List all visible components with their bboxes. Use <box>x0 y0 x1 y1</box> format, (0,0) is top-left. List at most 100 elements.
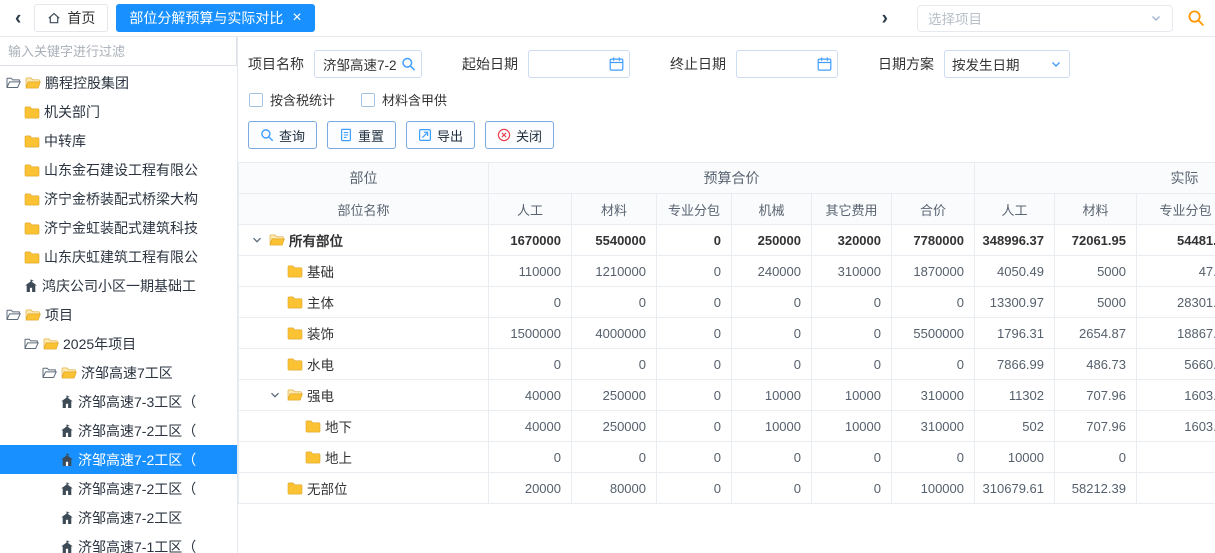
topbar: ‹ 首页 部位分解预算与实际对比 × › 选择项目 <box>0 0 1215 37</box>
value-cell: 0 <box>812 473 892 504</box>
row-collapse-icon[interactable] <box>249 234 265 246</box>
date-plan-select[interactable]: 按发生日期 <box>944 50 1070 78</box>
tree-expander-icon[interactable] <box>24 337 39 350</box>
part-name: 水电 <box>307 354 334 374</box>
part-name-cell[interactable]: 水电 <box>239 349 489 380</box>
part-name-cell[interactable]: 地上 <box>239 442 489 473</box>
date-plan-value: 按发生日期 <box>952 54 1020 74</box>
column-header[interactable]: 人工 <box>489 194 572 225</box>
checkbox-icon[interactable] <box>361 93 375 107</box>
value-cell: 5000 <box>1055 256 1137 287</box>
column-header[interactable]: 合价 <box>892 194 975 225</box>
part-name-cell[interactable]: 强电 <box>239 380 489 411</box>
value-cell: 0 <box>892 287 975 318</box>
column-header[interactable]: 部位名称 <box>239 194 489 225</box>
part-name-cell[interactable]: 装饰 <box>239 318 489 349</box>
folder-icon <box>24 250 40 264</box>
tax-checkbox-label: 按含税统计 <box>270 90 335 109</box>
table-row[interactable]: 水电0000007866.99486.735660.3 <box>239 349 1215 380</box>
table-row[interactable]: 地上000000100000 <box>239 442 1215 473</box>
tree-expander-icon[interactable] <box>6 308 21 321</box>
part-name-cell[interactable]: 地下 <box>239 411 489 442</box>
table-row[interactable]: 所有部位167000055400000250000320000778000034… <box>239 225 1215 256</box>
part-name-cell[interactable]: 所有部位 <box>239 225 489 256</box>
table-row[interactable]: 主体00000013300.97500028301.8 <box>239 287 1215 318</box>
table-row[interactable]: 装饰1500000400000000055000001796.312654.87… <box>239 318 1215 349</box>
value-cell: 0 <box>657 256 732 287</box>
tree-item[interactable]: 中转库 <box>0 126 237 155</box>
value-cell: 1210000 <box>572 256 657 287</box>
tree-item[interactable]: 鹏程控股集团 <box>0 68 237 97</box>
tree-item[interactable]: 济邹高速7-1工区（ <box>0 532 237 553</box>
value-cell: 0 <box>572 287 657 318</box>
start-date-field <box>528 50 630 78</box>
row-collapse-icon[interactable] <box>267 389 283 401</box>
value-cell: 0 <box>572 442 657 473</box>
table-row[interactable]: 强电400002500000100001000031000011302707.9… <box>239 380 1215 411</box>
tab-close-icon[interactable]: × <box>292 10 301 26</box>
calendar-icon[interactable] <box>817 57 832 72</box>
column-header[interactable]: 其它费用 <box>812 194 892 225</box>
tree-item[interactable]: 山东金石建设工程有限公 <box>0 155 237 184</box>
column-header[interactable]: 材料 <box>572 194 657 225</box>
tree-item[interactable]: 机关部门 <box>0 97 237 126</box>
tree-item[interactable]: 2025年项目 <box>0 329 237 358</box>
tree-item[interactable]: 济邹高速7-2工区 <box>0 503 237 532</box>
tree-item-label: 中转库 <box>44 131 86 151</box>
column-header[interactable]: 人工 <box>975 194 1055 225</box>
export-icon <box>418 128 432 142</box>
tree-item[interactable]: 济邹高速7-2工区（ <box>0 445 237 474</box>
tree-filter-input[interactable] <box>0 37 237 66</box>
tree-item[interactable]: 鸿庆公司小区一期基础工 <box>0 271 237 300</box>
value-cell: 1670000 <box>489 225 572 256</box>
tree-expander-icon[interactable] <box>6 76 21 89</box>
part-name-cell[interactable]: 主体 <box>239 287 489 318</box>
value-cell: 0 <box>657 411 732 442</box>
material-checkbox[interactable]: 材料含甲供 <box>361 90 447 109</box>
part-name-cell[interactable]: 基础 <box>239 256 489 287</box>
project-select[interactable]: 选择项目 <box>917 5 1173 32</box>
tabs-scroll-left-icon[interactable]: ‹ <box>10 9 26 28</box>
tree-item[interactable]: 济宁金虹装配式建筑科技 <box>0 213 237 242</box>
query-button[interactable]: 查询 <box>248 121 317 149</box>
project-name-search-icon[interactable] <box>401 57 416 72</box>
table-row[interactable]: 基础1100001210000024000031000018700004050.… <box>239 256 1215 287</box>
part-name-cell[interactable]: 无部位 <box>239 473 489 504</box>
folder-icon <box>305 419 321 433</box>
value-cell: 0 <box>812 442 892 473</box>
tab-home[interactable]: 首页 <box>34 4 108 32</box>
close-button[interactable]: 关闭 <box>485 121 554 149</box>
tab-active[interactable]: 部位分解预算与实际对比 × <box>116 4 314 32</box>
column-header[interactable]: 机械 <box>732 194 812 225</box>
value-cell: 11302 <box>975 380 1055 411</box>
checkbox-icon[interactable] <box>249 93 263 107</box>
calendar-icon[interactable] <box>609 57 624 72</box>
value-cell: 0 <box>489 287 572 318</box>
tabs-scroll-right-icon[interactable]: › <box>877 9 893 28</box>
value-cell: 0 <box>732 287 812 318</box>
value-cell: 80000 <box>572 473 657 504</box>
tree-item[interactable]: 项目 <box>0 300 237 329</box>
tree-item[interactable]: 山东庆虹建筑工程有限公 <box>0 242 237 271</box>
tree-item[interactable]: 济邹高速7工区 <box>0 358 237 387</box>
value-cell: 5660.3 <box>1137 349 1215 380</box>
column-header[interactable]: 材料 <box>1055 194 1137 225</box>
table-body: 所有部位167000055400000250000320000778000034… <box>239 225 1215 504</box>
tree-expander-icon[interactable] <box>42 366 57 379</box>
export-button[interactable]: 导出 <box>406 121 475 149</box>
table-row[interactable]: 无部位2000080000000100000310679.6158212.39 <box>239 473 1215 504</box>
table-row[interactable]: 地下4000025000001000010000310000502707.961… <box>239 411 1215 442</box>
value-cell: 310000 <box>892 380 975 411</box>
column-header[interactable]: 专业分包 <box>657 194 732 225</box>
tax-checkbox[interactable]: 按含税统计 <box>249 90 335 109</box>
value-cell: 250000 <box>572 411 657 442</box>
folder-open-icon <box>25 76 41 90</box>
tree-item-label: 鸿庆公司小区一期基础工 <box>42 276 196 296</box>
column-header[interactable]: 专业分包 <box>1137 194 1215 225</box>
reset-button[interactable]: 重置 <box>327 121 396 149</box>
tree-item[interactable]: 济宁金桥装配式桥梁大构 <box>0 184 237 213</box>
tree-item[interactable]: 济邹高速7-2工区（ <box>0 416 237 445</box>
tree-item[interactable]: 济邹高速7-3工区（ <box>0 387 237 416</box>
global-search-icon[interactable] <box>1187 9 1205 27</box>
tree-item[interactable]: 济邹高速7-2工区（ <box>0 474 237 503</box>
